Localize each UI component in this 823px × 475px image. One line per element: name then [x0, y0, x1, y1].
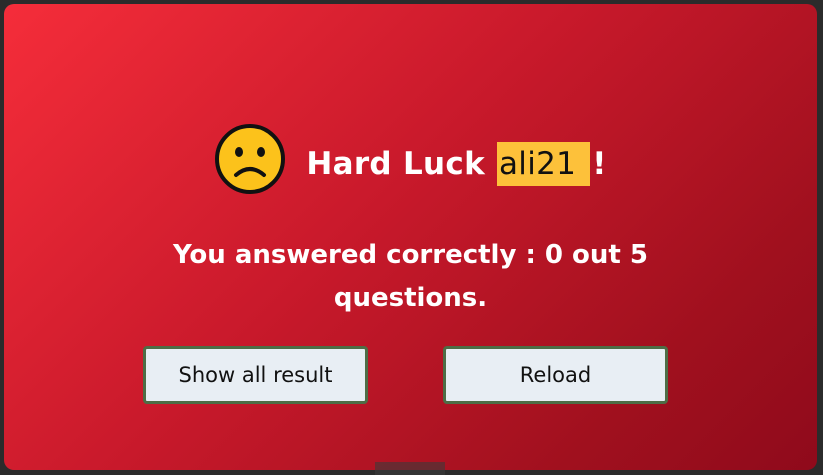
sad-face-icon: [214, 123, 286, 195]
reload-button[interactable]: Reload: [443, 346, 668, 404]
title-prefix: Hard Luck: [306, 146, 486, 182]
result-title: Hard Luck ali21 !: [306, 142, 606, 186]
title-suffix: !: [592, 146, 607, 182]
background-fragment: [375, 462, 445, 475]
app-screen: Hard Luck ali21 ! You answered correctly…: [0, 0, 823, 475]
result-card: Hard Luck ali21 ! You answered correctly…: [4, 4, 817, 470]
score-message: You answered correctly : 0 out 5 questio…: [172, 240, 648, 313]
show-all-result-button[interactable]: Show all result: [143, 346, 368, 404]
result-title-row: Hard Luck ali21 !: [4, 124, 817, 204]
username-badge: ali21: [497, 142, 591, 186]
